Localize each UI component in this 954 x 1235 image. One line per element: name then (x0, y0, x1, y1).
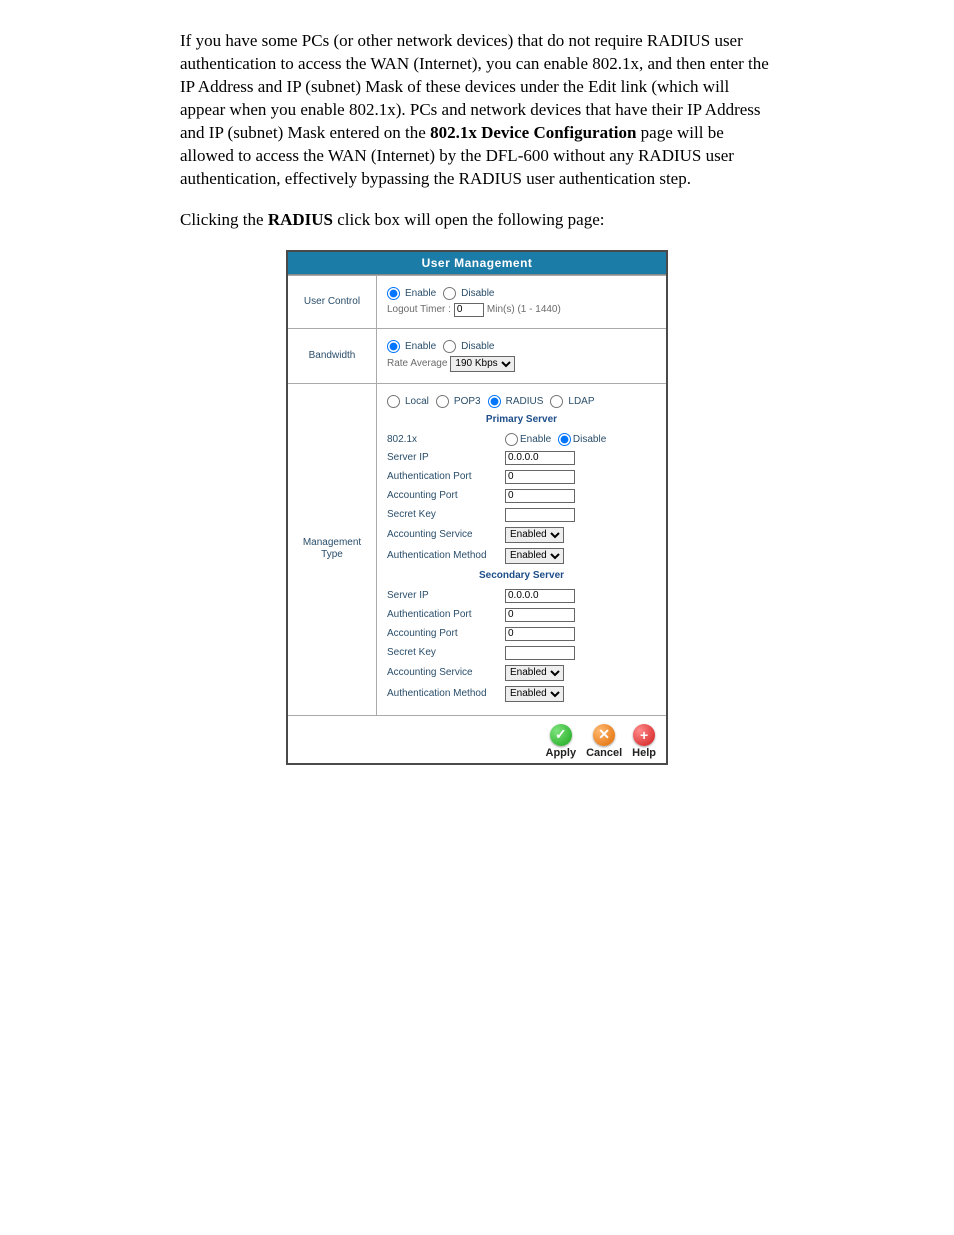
management-type-label: Management Type (288, 384, 377, 715)
bandwidth-enable-radio[interactable] (387, 340, 400, 353)
secondary-authmethod-select[interactable]: Enabled (505, 686, 564, 702)
primary-acctport-label: Accounting Port (387, 490, 505, 501)
logout-timer-label: Logout Timer : (387, 304, 451, 315)
primary-acctsvc-select[interactable]: Enabled (505, 527, 564, 543)
intro-paragraph-1: If you have some PCs (or other network d… (180, 30, 774, 191)
panel-title: User Management (288, 252, 666, 275)
primary-server-header: Primary Server (387, 414, 656, 425)
8021x-disable-radio[interactable] (558, 433, 571, 446)
secondary-serverip-label: Server IP (387, 590, 505, 601)
help-icon: + (633, 724, 655, 746)
mgmt-radius-radio[interactable] (488, 395, 501, 408)
mgmt-radius-label: RADIUS (506, 396, 544, 407)
cancel-button[interactable]: ✕ Cancel (586, 724, 622, 759)
secondary-authport-label: Authentication Port (387, 609, 505, 620)
apply-button[interactable]: ✓ Apply (546, 724, 577, 759)
secondary-server-header: Secondary Server (387, 570, 656, 581)
secondary-acctsvc-select[interactable]: Enabled (505, 665, 564, 681)
secondary-authmethod-label: Authentication Method (387, 688, 505, 699)
secondary-secret-label: Secret Key (387, 647, 505, 658)
bandwidth-label: Bandwidth (288, 329, 377, 383)
primary-authmethod-select[interactable]: Enabled (505, 548, 564, 564)
primary-acctsvc-label: Accounting Service (387, 529, 505, 540)
8021x-enable-radio[interactable] (505, 433, 518, 446)
user-control-enable-radio[interactable] (387, 287, 400, 300)
bandwidth-disable-radio[interactable] (443, 340, 456, 353)
apply-label: Apply (546, 747, 577, 759)
intro-paragraph-2: Clicking the RADIUS click box will open … (180, 209, 774, 232)
secondary-serverip-input[interactable] (505, 589, 575, 603)
rate-average-select[interactable]: 190 Kbps (450, 356, 515, 372)
secondary-acctsvc-label: Accounting Service (387, 667, 505, 678)
secondary-secret-input[interactable] (505, 646, 575, 660)
mgmt-pop3-radio[interactable] (436, 395, 449, 408)
secondary-acctport-label: Accounting Port (387, 628, 505, 639)
mgmt-ldap-radio[interactable] (550, 395, 563, 408)
user-control-disable-label: Disable (461, 288, 494, 299)
primary-serverip-label: Server IP (387, 452, 505, 463)
rate-average-label: Rate Average (387, 358, 447, 369)
primary-authport-label: Authentication Port (387, 471, 505, 482)
mgmt-pop3-label: POP3 (454, 396, 481, 407)
cancel-icon: ✕ (593, 724, 615, 746)
user-control-label: User Control (288, 276, 377, 328)
primary-secret-input[interactable] (505, 508, 575, 522)
8021x-disable-label: Disable (573, 434, 606, 445)
bandwidth-disable-label: Disable (461, 341, 494, 352)
check-icon: ✓ (550, 724, 572, 746)
user-management-panel: User Management User Control Enable Disa… (286, 250, 668, 765)
mgmt-local-label: Local (405, 396, 429, 407)
primary-authmethod-label: Authentication Method (387, 550, 505, 561)
secondary-acctport-input[interactable] (505, 627, 575, 641)
primary-serverip-input[interactable] (505, 451, 575, 465)
help-button[interactable]: + Help (632, 724, 656, 759)
mgmt-local-radio[interactable] (387, 395, 400, 408)
help-label: Help (632, 747, 656, 759)
8021x-enable-label: Enable (520, 434, 551, 445)
primary-acctport-input[interactable] (505, 489, 575, 503)
secondary-authport-input[interactable] (505, 608, 575, 622)
8021x-label: 802.1x (387, 434, 505, 445)
user-control-enable-label: Enable (405, 288, 436, 299)
logout-timer-input[interactable] (454, 303, 484, 317)
mgmt-ldap-label: LDAP (568, 396, 594, 407)
cancel-label: Cancel (586, 747, 622, 759)
bandwidth-enable-label: Enable (405, 341, 436, 352)
user-control-disable-radio[interactable] (443, 287, 456, 300)
primary-secret-label: Secret Key (387, 509, 505, 520)
primary-authport-input[interactable] (505, 470, 575, 484)
logout-timer-hint: Min(s) (1 - 1440) (487, 304, 561, 315)
